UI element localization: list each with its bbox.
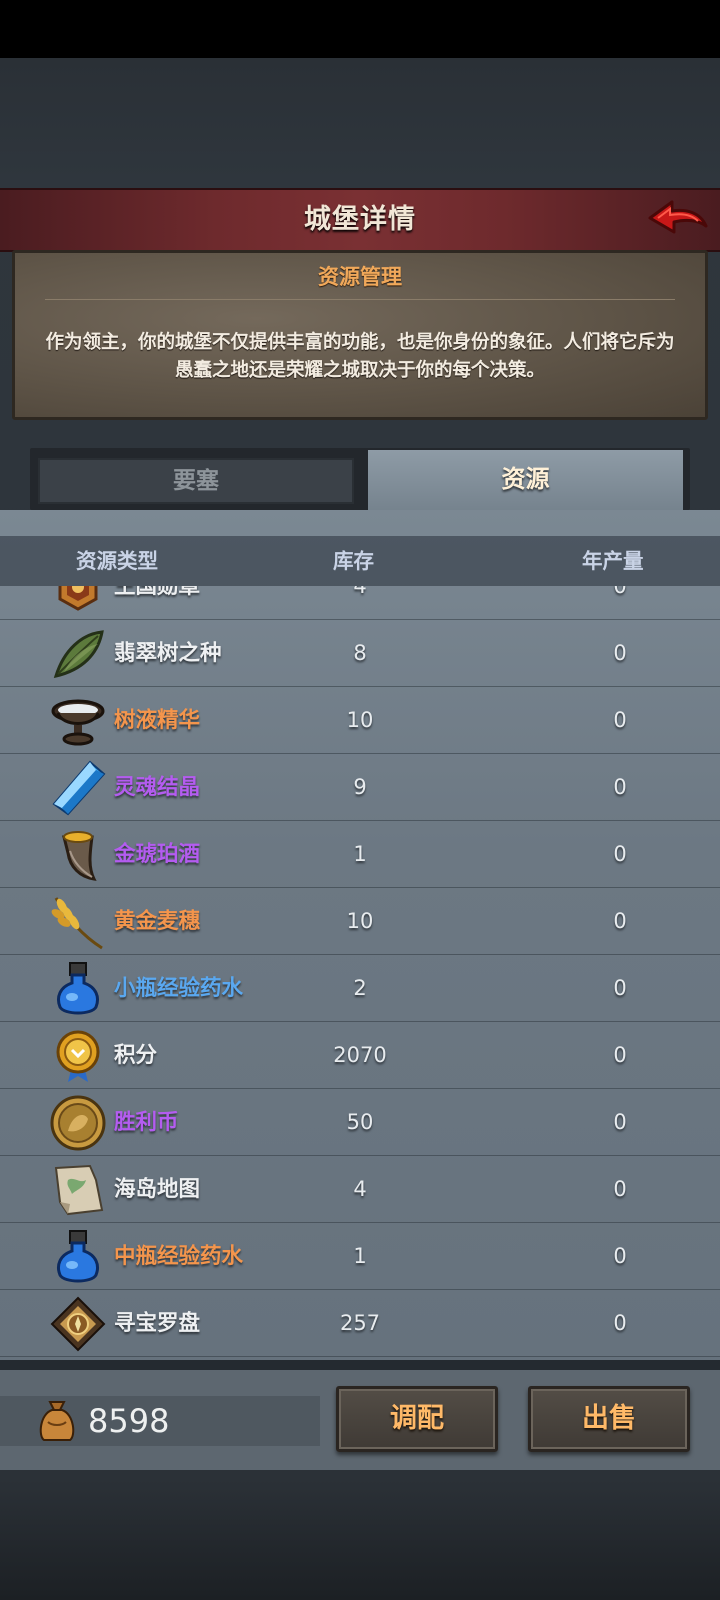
- resource-stock: 1: [353, 1244, 367, 1268]
- info-divider: [45, 299, 675, 300]
- resource-name: 黄金麦穗: [114, 909, 201, 934]
- resource-name: 灵魂结晶: [114, 775, 201, 800]
- wheat-icon: [51, 897, 103, 950]
- victory-coin-icon: [50, 1095, 106, 1151]
- resource-stock: 9: [353, 775, 367, 799]
- resource-row[interactable]: 小瓶经验药水 2 0: [0, 955, 720, 1022]
- resource-row[interactable]: 翡翠树之种 8 0: [0, 620, 720, 687]
- resource-name: 积分: [114, 1043, 158, 1068]
- tab-fortress[interactable]: 要塞: [38, 458, 354, 504]
- sell-button[interactable]: 出售: [528, 1386, 690, 1452]
- resource-annual-output: 0: [613, 909, 627, 933]
- resource-annual-output: 0: [613, 842, 627, 866]
- potion-icon: [57, 1230, 99, 1283]
- back-arrow-icon[interactable]: [646, 196, 710, 242]
- resource-row[interactable]: 王国勋章 4 0: [0, 586, 720, 620]
- potion-icon: [57, 962, 99, 1015]
- tab-bar: 要塞 资源: [0, 448, 720, 510]
- resource-annual-output: 0: [613, 976, 627, 1000]
- resource-row[interactable]: 黄金麦穗 10 0: [0, 888, 720, 955]
- allocate-button[interactable]: 调配: [336, 1386, 498, 1452]
- resource-name: 金琥珀酒: [114, 842, 201, 867]
- resource-annual-output: 0: [613, 1244, 627, 1268]
- resource-name: 翡翠树之种: [114, 641, 222, 666]
- leaf-icon: [53, 630, 104, 679]
- resource-stock: 50: [346, 1110, 374, 1134]
- resource-annual-output: 0: [613, 586, 627, 598]
- resource-name: 王国勋章: [114, 586, 201, 599]
- info-description: 作为领主，你的城堡不仅提供丰富的功能，也是你身份的象征。人们将它斥为愚蠢之地还是…: [45, 332, 675, 381]
- kingdom-medal-icon: [58, 586, 98, 611]
- sap-bowl-icon: [51, 699, 105, 746]
- resource-stock: 4: [353, 1177, 367, 1201]
- resource-list[interactable]: 王国勋章 4 0 翡翠树之种 8 0 树液精华 10 0 灵魂结晶 9 0 金琥…: [0, 586, 720, 1362]
- resource-annual-output: 0: [613, 1177, 627, 1201]
- resource-stock: 10: [346, 909, 374, 933]
- castle-details-screen: 城堡详情 资源管理 作为领主，你的城堡不仅提供丰富的功能，也是你身份的象征。人们…: [0, 0, 720, 1600]
- resource-annual-output: 0: [613, 775, 627, 799]
- resource-row[interactable]: 中瓶经验药水 1 0: [0, 1223, 720, 1290]
- resource-row[interactable]: 金琥珀酒 1 0: [0, 821, 720, 888]
- resource-row[interactable]: 灵魂结晶 9 0: [0, 754, 720, 821]
- resource-stock: 4: [353, 586, 367, 598]
- resource-stock: 2: [353, 976, 367, 1000]
- resource-annual-output: 0: [613, 1110, 627, 1134]
- header-resource-type: 资源类型: [76, 549, 158, 573]
- resource-annual-output: 0: [613, 641, 627, 665]
- resource-annual-output: 0: [613, 1311, 627, 1335]
- info-parchment: 资源管理 作为领主，你的城堡不仅提供丰富的功能，也是你身份的象征。人们将它斥为愚…: [12, 250, 708, 420]
- resource-row[interactable]: 树液精华 10 0: [0, 687, 720, 754]
- points-medal-icon: [56, 1030, 100, 1082]
- resource-name: 小瓶经验药水: [114, 976, 244, 1001]
- resource-stock: 2070: [333, 1043, 387, 1067]
- resource-row[interactable]: 积分 2070 0: [0, 1022, 720, 1089]
- horn-cup-icon: [62, 831, 97, 881]
- resource-row[interactable]: 胜利币 50 0: [0, 1089, 720, 1156]
- gold-amount: 8598: [88, 1402, 170, 1440]
- tab-resources[interactable]: 资源: [368, 450, 683, 510]
- status-bar-area: [0, 0, 720, 58]
- resource-name: 树液精华: [114, 708, 201, 733]
- header-annual-output: 年产量: [582, 549, 644, 573]
- title-banner: 城堡详情: [0, 188, 720, 252]
- resource-row[interactable]: 海岛地图 4 0: [0, 1156, 720, 1223]
- resource-name: 中瓶经验药水: [114, 1244, 244, 1269]
- bottom-separator: [0, 1360, 720, 1370]
- resource-stock: 8: [353, 641, 367, 665]
- resource-stock: 10: [346, 708, 374, 732]
- gold-sack-icon: [39, 1401, 75, 1441]
- resource-name: 胜利币: [114, 1110, 179, 1135]
- map-scroll-icon: [54, 1164, 104, 1216]
- resource-name: 海岛地图: [114, 1177, 201, 1202]
- info-title: 资源管理: [318, 265, 402, 289]
- crystal-icon: [52, 760, 106, 816]
- resource-row[interactable]: 寻宝罗盘 257 0: [0, 1290, 720, 1357]
- resource-stock: 1: [353, 842, 367, 866]
- resource-stock: 257: [339, 1311, 381, 1335]
- page-title: 城堡详情: [304, 204, 416, 235]
- compass-icon: [50, 1296, 106, 1352]
- resource-annual-output: 0: [613, 708, 627, 732]
- resource-annual-output: 0: [613, 1043, 627, 1067]
- header-stock: 库存: [333, 549, 374, 573]
- resource-name: 寻宝罗盘: [114, 1311, 201, 1336]
